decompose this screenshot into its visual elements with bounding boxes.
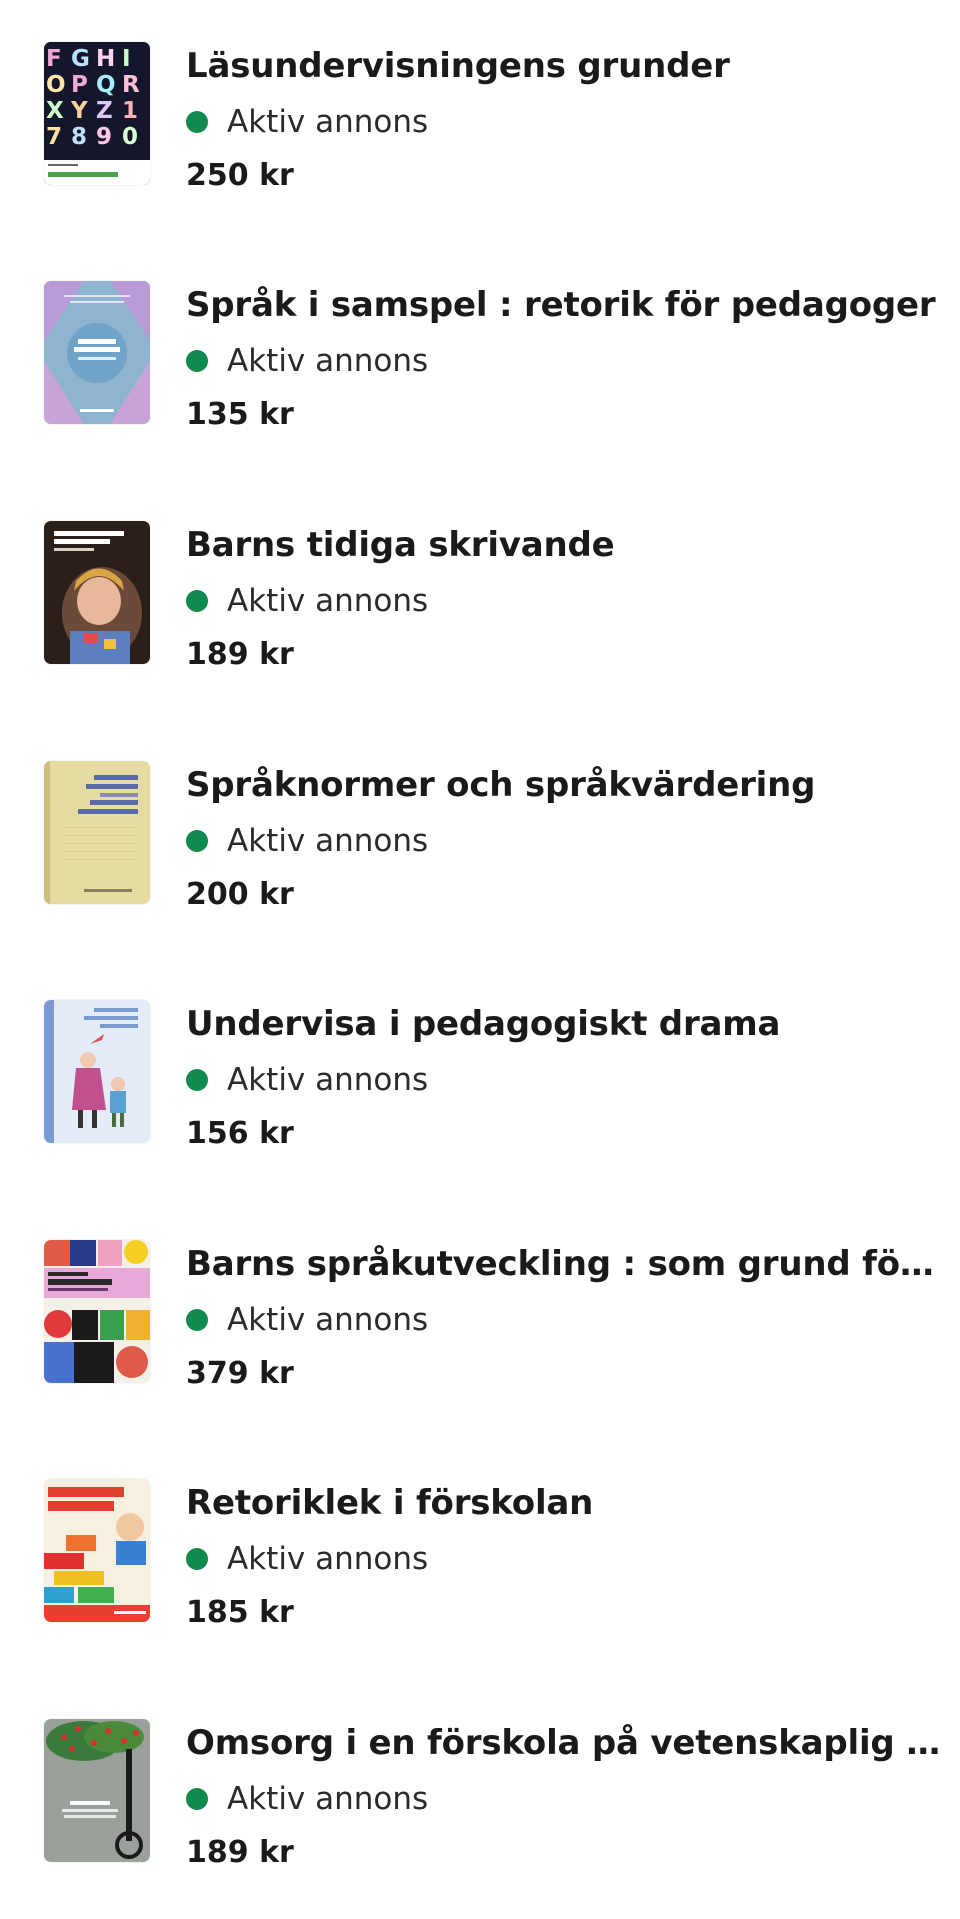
listing-title[interactable]: Barns språkutveckling : som grund för sp… bbox=[186, 1242, 942, 1286]
listing-status: Aktiv annons bbox=[186, 581, 428, 621]
listing-list: FGHI OPQR XYZ1 7890 Läsundervisningens g… bbox=[0, 0, 960, 1902]
svg-text:8: 8 bbox=[71, 124, 87, 150]
listing-status-label: Aktiv annons bbox=[227, 343, 429, 379]
listing-status: Aktiv annons bbox=[186, 1060, 428, 1100]
listing-item[interactable]: Språknormer och språkvärdering Aktiv ann… bbox=[0, 761, 960, 961]
book-cover-image bbox=[44, 1240, 150, 1383]
listing-item[interactable]: Retoriklek i förskolan Aktiv annons 185 … bbox=[0, 1479, 960, 1679]
listing-item[interactable]: Barns tidiga skrivande Aktiv annons 189 … bbox=[0, 521, 960, 721]
listing-price: 156 kr bbox=[186, 1116, 294, 1151]
listing-status-label: Aktiv annons bbox=[227, 583, 429, 619]
listing-title[interactable]: Undervisa i pedagogiskt drama bbox=[186, 1002, 942, 1046]
svg-text:O: O bbox=[46, 72, 66, 98]
svg-text:F: F bbox=[46, 46, 62, 72]
active-status-dot-icon bbox=[186, 1788, 208, 1810]
book-cover-image bbox=[44, 1000, 150, 1143]
svg-text:1: 1 bbox=[122, 98, 138, 124]
listing-status: Aktiv annons bbox=[186, 1539, 428, 1579]
book-cover-image bbox=[44, 1719, 150, 1862]
listing-item[interactable]: Omsorg i en förskola på vetenskaplig gru… bbox=[0, 1719, 960, 1919]
svg-text:H: H bbox=[96, 46, 115, 72]
listing-status: Aktiv annons bbox=[186, 341, 428, 381]
listing-item[interactable]: Undervisa i pedagogiskt drama Aktiv anno… bbox=[0, 1000, 960, 1200]
book-cover-image bbox=[44, 521, 150, 664]
active-status-dot-icon bbox=[186, 1069, 208, 1091]
svg-text:R: R bbox=[122, 72, 140, 98]
listing-price: 379 kr bbox=[186, 1356, 294, 1391]
listing-price: 250 kr bbox=[186, 158, 294, 193]
active-status-dot-icon bbox=[186, 111, 208, 133]
listing-price: 189 kr bbox=[186, 637, 294, 672]
book-cover-image: FGHI OPQR XYZ1 7890 bbox=[44, 42, 150, 185]
svg-text:Z: Z bbox=[96, 98, 113, 124]
listing-title[interactable]: Läsundervisningens grunder bbox=[186, 44, 942, 88]
active-status-dot-icon bbox=[186, 1309, 208, 1331]
active-status-dot-icon bbox=[186, 1548, 208, 1570]
listing-item[interactable]: Barns språkutveckling : som grund för sp… bbox=[0, 1240, 960, 1440]
listing-status-label: Aktiv annons bbox=[227, 1062, 429, 1098]
listing-title[interactable]: Barns tidiga skrivande bbox=[186, 523, 942, 567]
listing-status-label: Aktiv annons bbox=[227, 1781, 429, 1817]
svg-text:Y: Y bbox=[70, 98, 88, 124]
svg-text:P: P bbox=[71, 72, 88, 98]
listing-status-label: Aktiv annons bbox=[227, 104, 429, 140]
active-status-dot-icon bbox=[186, 590, 208, 612]
listing-price: 200 kr bbox=[186, 877, 294, 912]
svg-text:9: 9 bbox=[96, 124, 112, 150]
listing-status: Aktiv annons bbox=[186, 1300, 428, 1340]
svg-text:X: X bbox=[46, 98, 64, 124]
listing-status-label: Aktiv annons bbox=[227, 1541, 429, 1577]
book-cover-image bbox=[44, 761, 150, 904]
listing-title[interactable]: Retoriklek i förskolan bbox=[186, 1481, 942, 1525]
listing-title[interactable]: Språknormer och språkvärdering bbox=[186, 763, 942, 807]
active-status-dot-icon bbox=[186, 350, 208, 372]
book-cover-image bbox=[44, 281, 150, 424]
listing-price: 189 kr bbox=[186, 1835, 294, 1870]
listing-status: Aktiv annons bbox=[186, 102, 428, 142]
svg-text:0: 0 bbox=[122, 124, 138, 150]
listing-status: Aktiv annons bbox=[186, 1779, 428, 1819]
listing-item[interactable]: FGHI OPQR XYZ1 7890 Läsundervisningens g… bbox=[0, 42, 960, 242]
listing-price: 135 kr bbox=[186, 397, 294, 432]
active-status-dot-icon bbox=[186, 830, 208, 852]
listing-title[interactable]: Omsorg i en förskola på vetenskaplig gru… bbox=[186, 1721, 942, 1765]
svg-text:Q: Q bbox=[96, 72, 116, 98]
listing-price: 185 kr bbox=[186, 1595, 294, 1630]
svg-text:I: I bbox=[122, 46, 131, 72]
book-cover-image bbox=[44, 1479, 150, 1622]
listing-status-label: Aktiv annons bbox=[227, 823, 429, 859]
listing-title[interactable]: Språk i samspel : retorik för pedagoger bbox=[186, 283, 942, 327]
listing-status: Aktiv annons bbox=[186, 821, 428, 861]
svg-text:G: G bbox=[71, 46, 90, 72]
listing-status-label: Aktiv annons bbox=[227, 1302, 429, 1338]
svg-text:7: 7 bbox=[46, 124, 62, 150]
listing-item[interactable]: Språk i samspel : retorik för pedagoger … bbox=[0, 281, 960, 481]
